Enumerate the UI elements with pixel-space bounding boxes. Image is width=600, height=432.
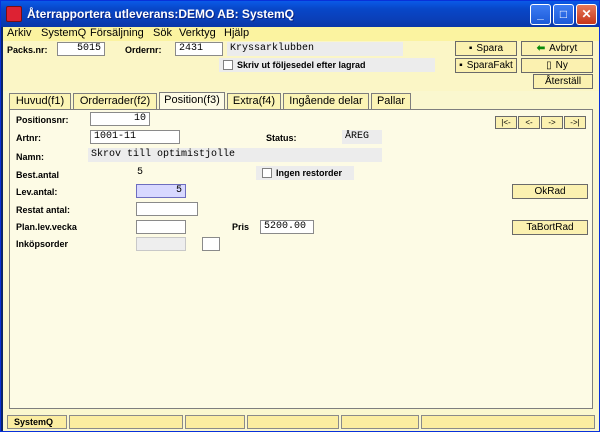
status-cell (341, 415, 419, 429)
tab-strip: Huvud(f1) Orderrader(f2) Position(f3) Ex… (9, 92, 599, 110)
restantal-label: Restat antal: (16, 205, 71, 215)
menu-bar: Arkiv SystemQ Försäljning Sök Verktyg Hj… (3, 27, 599, 41)
title-bar[interactable]: Återrapportera utleverans:DEMO AB: Syste… (1, 1, 599, 27)
namn-label: Namn: (16, 152, 45, 162)
positionsnr-label: Positionsnr: (16, 115, 69, 125)
bestantal-value: 5 (137, 167, 144, 178)
inkopsorder-row-field[interactable] (202, 237, 220, 251)
maximize-icon[interactable]: □ (553, 4, 574, 25)
status-cell (247, 415, 339, 429)
back-arrow-icon: ⬅ (536, 43, 546, 54)
status-cell (185, 415, 245, 429)
new-document-icon: ▯ (546, 60, 552, 71)
tab-extra[interactable]: Extra(f4) (227, 93, 281, 109)
status-bar: SystemQ (3, 413, 599, 431)
artnr-label: Artnr: (16, 133, 41, 143)
menu-verktyg[interactable]: Verktyg (179, 27, 216, 39)
inkopsorder-field (136, 237, 186, 251)
position-panel: |<- <- -> ->| Positionsnr: 10 Artnr: 100… (9, 109, 593, 409)
artnr-field[interactable]: 1001-11 (90, 130, 180, 144)
avbryt-label: Avbryt (549, 43, 578, 54)
okrad-button[interactable]: OkRad (512, 184, 588, 199)
window-title: Återrapportera utleverans:DEMO AB: Syste… (27, 7, 294, 21)
inkopsorder-label: Inköpsorder (16, 239, 69, 249)
status-cell-app: SystemQ (7, 415, 67, 429)
aterstall-button[interactable]: Återställ (533, 74, 593, 89)
app-icon (6, 6, 22, 22)
status-cell (421, 415, 595, 429)
spara-button[interactable]: ▪ Spara (455, 41, 517, 56)
tab-position[interactable]: Position(f3) (159, 92, 225, 110)
menu-forsaljning[interactable]: Försäljning (90, 27, 144, 39)
nav-next-button[interactable]: -> (541, 116, 563, 129)
floppy-disk-icon: ▪ (459, 60, 463, 71)
planlev-field[interactable] (136, 220, 186, 234)
ny-label: Ny (555, 60, 568, 71)
tab-ingaende-delar[interactable]: Ingående delar (283, 93, 369, 109)
ordernr-field[interactable]: 2431 (175, 42, 223, 56)
client-area: Arkiv SystemQ Försäljning Sök Verktyg Hj… (3, 27, 599, 431)
status-value: ÅREG (342, 130, 382, 144)
minimize-icon[interactable]: _ (530, 4, 551, 25)
nav-prev-button[interactable]: <- (518, 116, 540, 129)
print-checkbox[interactable] (223, 60, 233, 70)
tab-huvud[interactable]: Huvud(f1) (9, 93, 71, 109)
ingen-restorder-checkbox[interactable] (262, 168, 272, 178)
menu-sok[interactable]: Sök (153, 27, 172, 39)
sparafakt-label: SparaFakt (466, 60, 513, 71)
packsnr-field[interactable]: 5015 (57, 42, 105, 56)
tab-orderrader[interactable]: Orderrader(f2) (73, 93, 157, 109)
floppy-disk-icon: ▪ (468, 43, 473, 54)
menu-systemq[interactable]: SystemQ (41, 27, 86, 39)
print-label: Skriv ut följesedel efter lagrad (237, 60, 366, 70)
levantal-field[interactable]: 5 (136, 184, 186, 198)
menu-arkiv[interactable]: Arkiv (7, 27, 31, 39)
menu-hjalp[interactable]: Hjälp (224, 27, 249, 39)
ingen-restorder-label: Ingen restorder (276, 168, 343, 178)
application-window: Återrapportera utleverans:DEMO AB: Syste… (0, 0, 600, 432)
pris-label: Pris (232, 222, 250, 232)
sparafakt-button[interactable]: ▪ SparaFakt (455, 58, 517, 73)
ordernr-label: Ordernr: (125, 45, 162, 55)
packsnr-label: Packs.nr: (7, 45, 48, 55)
pris-field[interactable]: 5200.00 (260, 220, 314, 234)
status-cell (69, 415, 183, 429)
tab-pallar[interactable]: Pallar (371, 93, 411, 109)
bestantal-label: Best.antal (16, 170, 60, 180)
close-icon[interactable]: ✕ (576, 4, 597, 25)
nav-last-button[interactable]: ->| (564, 116, 586, 129)
ny-button[interactable]: ▯ Ny (521, 58, 593, 73)
namn-value: Skrov till optimistjolle (88, 148, 382, 162)
tabortrad-button[interactable]: TaBortRad (512, 220, 588, 235)
avbryt-button[interactable]: ⬅ Avbryt (521, 41, 593, 56)
nav-first-button[interactable]: |<- (495, 116, 517, 129)
header-panel: Packs.nr: 5015 Ordernr: 2431 Kryssarklub… (3, 41, 599, 91)
customer-name: Kryssarklubben (227, 42, 403, 56)
planlev-label: Plan.lev.vecka (16, 222, 77, 232)
positionsnr-field[interactable]: 10 (90, 112, 150, 126)
restantal-field[interactable] (136, 202, 198, 216)
status-label: Status: (266, 133, 297, 143)
spara-label: Spara (476, 43, 504, 54)
levantal-label: Lev.antal: (16, 187, 58, 197)
